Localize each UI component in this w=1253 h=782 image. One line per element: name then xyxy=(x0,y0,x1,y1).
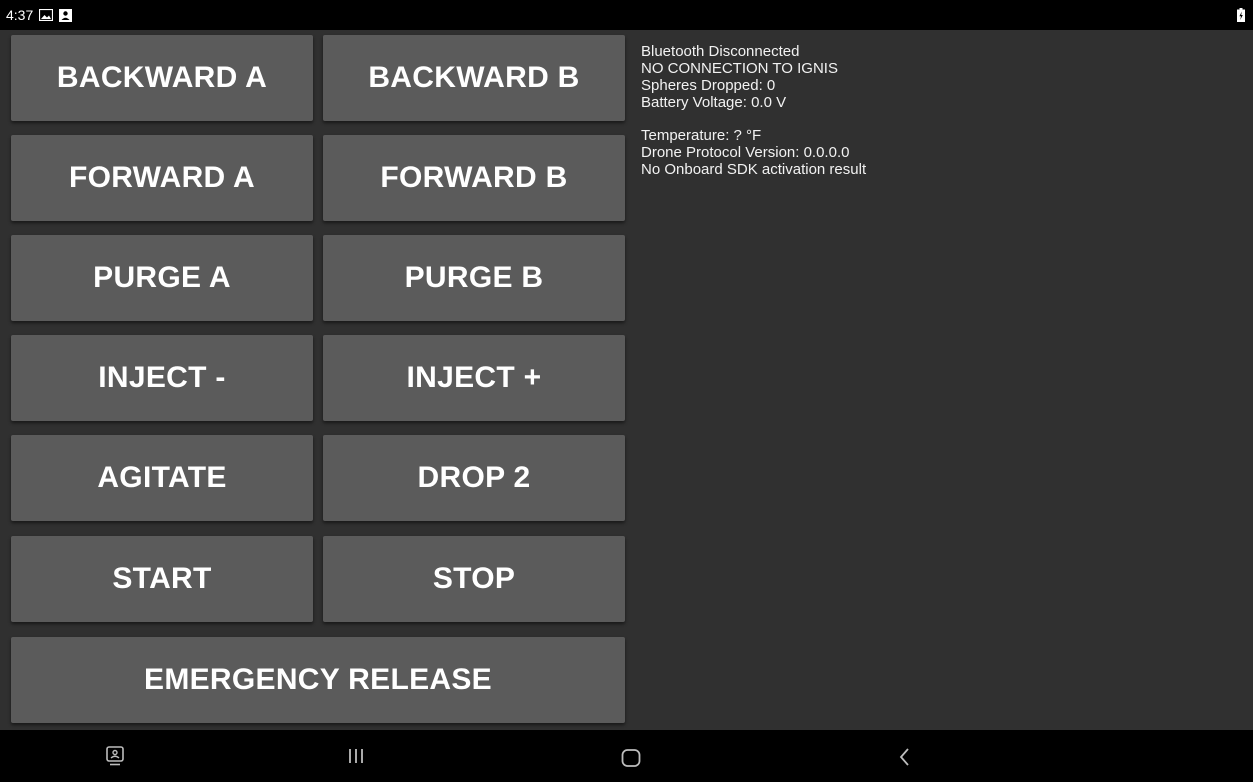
person-card-icon xyxy=(59,8,73,22)
stop-button[interactable]: STOP xyxy=(323,536,625,622)
protocol-version-text: Drone Protocol Version: 0.0.0.0 xyxy=(641,144,850,161)
backward-a-button[interactable]: BACKWARD A xyxy=(11,35,313,121)
connection-status-text: NO CONNECTION TO IGNIS xyxy=(641,60,838,77)
purge-a-button[interactable]: PURGE A xyxy=(11,235,313,321)
recent-apps-icon[interactable] xyxy=(347,748,365,764)
spheres-dropped-text: Spheres Dropped: 0 xyxy=(641,77,776,94)
drop-2-button[interactable]: DROP 2 xyxy=(323,435,625,521)
bluetooth-status-text: Bluetooth Disconnected xyxy=(641,43,800,60)
status-info-panel: Bluetooth Disconnected NO CONNECTION TO … xyxy=(641,43,866,178)
agitate-button[interactable]: AGITATE xyxy=(11,435,313,521)
forward-a-button[interactable]: FORWARD A xyxy=(11,135,313,221)
back-icon[interactable] xyxy=(898,748,910,766)
battery-charging-icon xyxy=(1237,8,1245,25)
status-time: 4:37 xyxy=(6,7,34,23)
start-button[interactable]: START xyxy=(11,536,313,622)
sdk-activation-text: No Onboard SDK activation result xyxy=(641,161,867,178)
temperature-text: Temperature: ? °F xyxy=(641,127,762,144)
forward-b-button[interactable]: FORWARD B xyxy=(323,135,625,221)
purge-b-button[interactable]: PURGE B xyxy=(323,235,625,321)
inject-plus-button[interactable]: INJECT + xyxy=(323,335,625,421)
status-bar: 4:37 xyxy=(0,0,1253,30)
battery-voltage-text: Battery Voltage: 0.0 V xyxy=(641,94,787,111)
inject-minus-button[interactable]: INJECT - xyxy=(11,335,313,421)
emergency-release-button[interactable]: EMERGENCY RELEASE xyxy=(11,637,625,723)
home-icon[interactable] xyxy=(621,749,641,767)
screen-mirror-icon[interactable] xyxy=(106,746,124,766)
backward-b-button[interactable]: BACKWARD B xyxy=(323,35,625,121)
image-icon xyxy=(39,9,54,21)
app-area: BACKWARD A BACKWARD B FORWARD A FORWARD … xyxy=(0,30,1253,730)
navigation-bar xyxy=(0,730,1253,782)
